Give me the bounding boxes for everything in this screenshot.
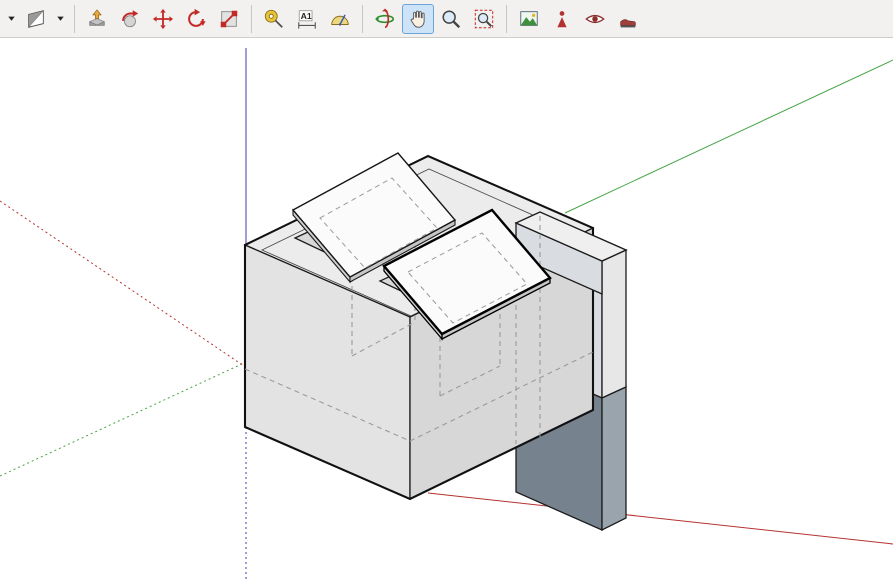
toolbar-separator	[251, 4, 252, 33]
model-viewport	[0, 48, 893, 582]
match-photo-button[interactable]	[513, 4, 545, 34]
pan-button[interactable]	[402, 3, 434, 34]
push-pull-icon	[88, 8, 106, 26]
rotate-button[interactable]	[180, 4, 212, 34]
tape-measure-icon	[264, 9, 283, 28]
main-toolbar: A1	[0, 0, 893, 38]
orbit-button[interactable]	[369, 4, 401, 34]
style-dropdown-button[interactable]	[4, 4, 19, 34]
zoom-icon	[442, 9, 461, 28]
dropdown-arrow-icon	[57, 16, 64, 21]
orbit-icon	[374, 7, 395, 28]
follow-me-button[interactable]	[114, 4, 146, 34]
dimensions-button[interactable]: A1	[291, 4, 323, 34]
move-button[interactable]	[147, 4, 179, 34]
protractor-button[interactable]	[324, 4, 356, 34]
face-style-dropdown-button[interactable]	[53, 4, 68, 34]
dimensions-icon: A1	[298, 9, 316, 29]
tape-measure-button[interactable]	[258, 4, 290, 34]
look-around-icon	[585, 14, 605, 23]
face-style-button[interactable]	[20, 4, 52, 34]
push-pull-button[interactable]	[81, 4, 113, 34]
protractor-icon	[331, 14, 349, 26]
slab-right-face-lower	[601, 385, 627, 532]
slab-right-face-upper	[601, 248, 627, 400]
zoom-button[interactable]	[435, 4, 467, 34]
toolbar-separator	[74, 4, 75, 33]
face-style-swatch-icon	[28, 9, 44, 28]
zoom-extents-icon	[474, 9, 494, 28]
look-around-button[interactable]	[579, 4, 611, 34]
pan-hand-icon	[410, 10, 425, 28]
match-photo-icon	[520, 10, 538, 26]
toolbar-separator	[506, 4, 507, 33]
scale-button[interactable]	[213, 4, 245, 34]
move-icon	[152, 8, 174, 29]
dropdown-arrow-icon	[8, 16, 15, 21]
green-axis-line	[564, 59, 893, 214]
rotate-icon	[188, 8, 206, 27]
zoom-extents-button[interactable]	[468, 4, 500, 34]
walk-button[interactable]	[612, 4, 644, 34]
red-axis-dotted-line	[0, 200, 245, 367]
toolbar-separator	[362, 4, 363, 33]
walk-icon	[620, 18, 636, 27]
svg-text:A1: A1	[301, 11, 312, 21]
red-axis-line	[427, 492, 893, 545]
green-axis-dotted-line	[0, 362, 245, 477]
position-camera-icon	[557, 10, 567, 27]
follow-me-icon	[122, 9, 139, 27]
scale-icon	[220, 10, 238, 27]
position-camera-button[interactable]	[546, 4, 578, 34]
drawing-canvas[interactable]	[0, 38, 893, 582]
